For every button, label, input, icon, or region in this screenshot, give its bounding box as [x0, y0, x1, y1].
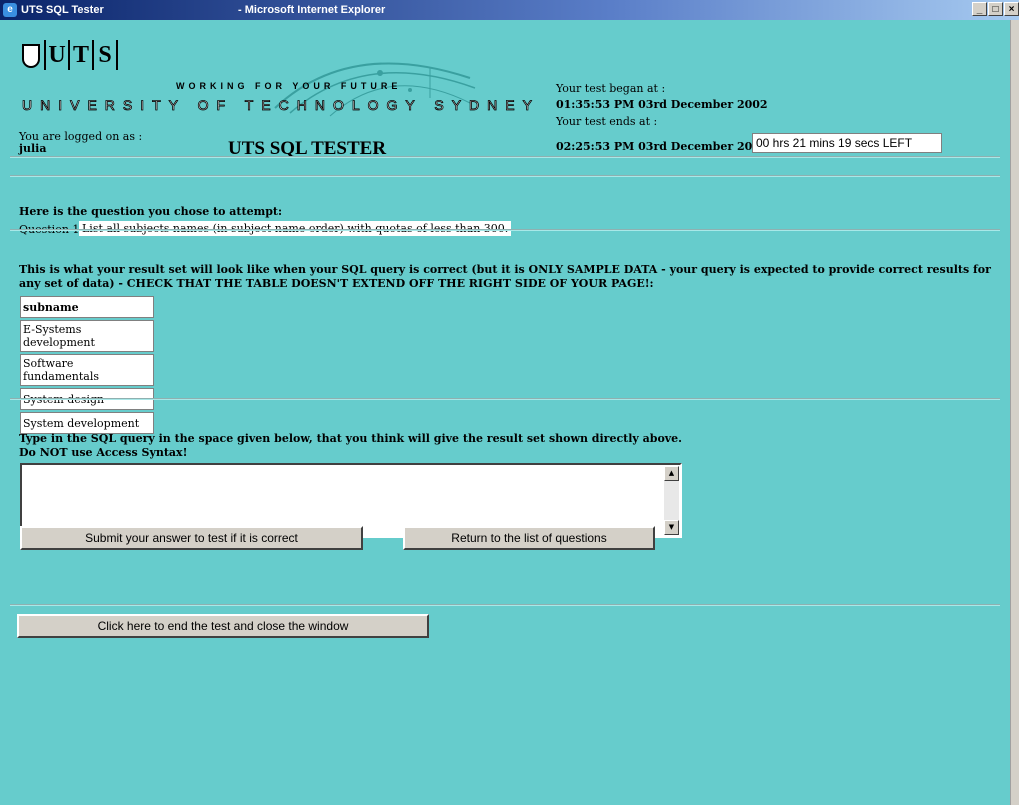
divider	[10, 156, 1000, 158]
test-began-label: Your test began at :	[556, 82, 666, 95]
scroll-up-icon[interactable]: ▲	[664, 466, 679, 481]
submit-answer-button[interactable]: Submit your answer to test if it is corr…	[20, 526, 363, 550]
window-app-title: UTS SQL Tester	[21, 4, 104, 16]
logo-letter: U	[44, 40, 68, 70]
scroll-down-icon[interactable]: ▼	[664, 520, 679, 535]
test-ends-time: 02:25:53 PM 03rd December 2002	[556, 140, 768, 153]
result-set-heading: This is what your result set will look l…	[19, 263, 991, 290]
window-browser-title: - Microsoft Internet Explorer	[238, 4, 386, 16]
table-row: E-Systems development	[20, 320, 154, 352]
sql-instructions-line: Type in the SQL query in the space given…	[19, 432, 682, 445]
return-to-questions-button[interactable]: Return to the list of questions	[403, 526, 655, 550]
logo-letter: T	[68, 40, 92, 70]
table-cell: E-Systems development	[20, 320, 154, 352]
divider	[10, 175, 1000, 177]
table-cell: System development	[20, 412, 154, 434]
table-header-cell: subname	[20, 296, 154, 318]
window-scrollbar[interactable]	[1010, 20, 1019, 805]
divider	[10, 604, 1000, 606]
sample-result-table: subname E-Systems development Software f…	[18, 294, 156, 436]
page-content: U T S WORKING FOR YOUR FUTURE UNIVERSITY…	[0, 20, 1010, 805]
table-row: Software fundamentals	[20, 354, 154, 386]
sql-instructions-warning: Do NOT use Access Syntax!	[19, 446, 188, 459]
minimize-icon[interactable]: _	[972, 2, 987, 16]
logged-on-username: julia	[19, 142, 47, 155]
table-row: subname	[20, 296, 154, 318]
sql-instructions: Type in the SQL query in the space given…	[19, 432, 682, 460]
maximize-icon[interactable]: □	[988, 2, 1003, 16]
table-cell: Software fundamentals	[20, 354, 154, 386]
end-test-button[interactable]: Click here to end the test and close the…	[17, 614, 429, 638]
internet-explorer-icon: e	[3, 3, 17, 17]
window-title-bar: e UTS SQL Tester - Microsoft Internet Ex…	[0, 0, 1019, 20]
test-began-time: 01:35:53 PM 03rd December 2002	[556, 98, 768, 111]
logo-tagline: WORKING FOR YOUR FUTURE	[176, 81, 402, 91]
uts-shield-icon	[22, 44, 40, 68]
test-ends-label: Your test ends at :	[556, 115, 658, 128]
divider	[10, 398, 1000, 400]
logo-university-name: UNIVERSITY OF TECHNOLOGY SYDNEY	[22, 97, 540, 114]
uts-logo: U T S	[22, 40, 130, 80]
sql-query-scrollbar[interactable]: ▲ ▼	[664, 466, 679, 535]
close-icon[interactable]: ×	[1004, 2, 1019, 16]
question-heading: Here is the question you chose to attemp…	[19, 205, 283, 218]
logo-letter: S	[92, 40, 118, 70]
divider	[10, 229, 1000, 231]
time-left-field: 00 hrs 21 mins 19 secs LEFT	[752, 133, 942, 153]
table-row: System development	[20, 412, 154, 434]
